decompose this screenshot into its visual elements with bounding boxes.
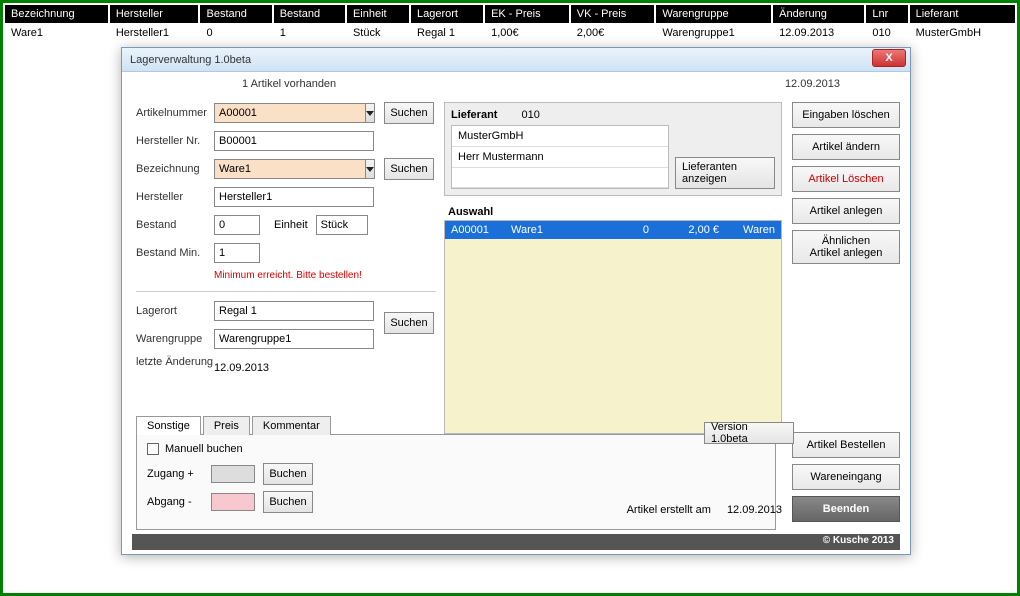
manuell-buchen-checkbox[interactable] <box>147 443 159 455</box>
lieferanten-anzeigen-button[interactable]: Lieferanten anzeigen <box>675 157 775 189</box>
selection-row[interactable]: A00001 Ware1 0 2,00 € Waren <box>445 221 781 239</box>
dialog-title: Lagerverwaltung 1.0beta <box>130 54 872 66</box>
eingaben-loeschen-button[interactable]: Eingaben löschen <box>792 102 900 128</box>
tab-preis[interactable]: Preis <box>203 416 250 435</box>
action-button-column: Eingaben löschen Artikel ändern Artikel … <box>792 102 900 264</box>
manuell-buchen-label: Manuell buchen <box>165 443 243 455</box>
copyright-bar: © Kusche 2013 <box>132 534 900 550</box>
abgang-input[interactable] <box>211 493 255 511</box>
close-icon: X <box>885 52 892 64</box>
article-count: 1 Artikel vorhanden <box>242 78 336 90</box>
close-button[interactable]: X <box>872 49 906 67</box>
background-table: Bezeichnung Hersteller Bestand Bestand E… <box>3 3 1017 43</box>
warengruppe-label: Warengruppe <box>136 333 214 345</box>
bestand-input[interactable] <box>214 215 260 235</box>
artikel-aendern-button[interactable]: Artikel ändern <box>792 134 900 160</box>
bezeichnung-input[interactable] <box>214 159 365 179</box>
zugang-label: Zugang + <box>147 468 203 480</box>
col-lagerort: Lagerort <box>411 5 483 23</box>
suchen-artikelnummer-button[interactable]: Suchen <box>384 102 434 124</box>
erstellt-label: Artikel erstellt am <box>627 504 711 516</box>
chevron-down-icon <box>366 167 374 172</box>
auswahl-title: Auswahl <box>444 206 782 218</box>
abgang-buchen-button[interactable]: Buchen <box>263 491 313 513</box>
warengruppe-input[interactable] <box>214 329 374 349</box>
lieferant-code: 010 <box>521 109 539 121</box>
hersteller-label: Hersteller <box>136 191 214 203</box>
supplier-panel: Lieferant 010 MusterGmbH Herr Mustermann… <box>444 102 782 196</box>
supplier-name-1[interactable]: MusterGmbH <box>452 126 668 147</box>
artikelnummer-dropdown[interactable] <box>365 103 375 123</box>
aehnlichen-artikel-anlegen-button[interactable]: Ähnlichen Artikel anlegen <box>792 230 900 264</box>
dialog-date: 12.09.2013 <box>785 78 840 90</box>
chevron-down-icon <box>366 111 374 116</box>
suchen-bezeichnung-button[interactable]: Suchen <box>384 158 434 180</box>
col-einheit: Einheit <box>347 5 409 23</box>
artikelnummer-input[interactable] <box>214 103 365 123</box>
abgang-label: Abgang - <box>147 496 203 508</box>
bestandmin-label: Bestand Min. <box>136 247 214 259</box>
action-button-column-bottom: Artikel Bestellen Wareneingang Beenden <box>792 432 900 522</box>
col-warengruppe: Warengruppe <box>656 5 771 23</box>
dialog-titlebar[interactable]: Lagerverwaltung 1.0beta X <box>122 48 910 72</box>
artikel-anlegen-button[interactable]: Artikel anlegen <box>792 198 900 224</box>
letzte-aenderung-label: letzte Änderung <box>136 356 214 369</box>
beenden-button[interactable]: Beenden <box>792 496 900 522</box>
tab-sonstige[interactable]: Sonstige <box>136 416 201 435</box>
supplier-name-2[interactable]: Herr Mustermann <box>452 147 668 168</box>
lieferant-title: Lieferant <box>451 109 497 121</box>
col-bezeichnung: Bezeichnung <box>5 5 108 23</box>
selection-list[interactable]: A00001 Ware1 0 2,00 € Waren <box>444 220 782 434</box>
bg-data-row[interactable]: Ware1 Hersteller1 0 1 Stück Regal 1 1,00… <box>5 25 1015 41</box>
artikel-bestellen-button[interactable]: Artikel Bestellen <box>792 432 900 458</box>
herstellernr-label: Hersteller Nr. <box>136 135 214 147</box>
bezeichnung-label: Bezeichnung <box>136 163 214 175</box>
zugang-buchen-button[interactable]: Buchen <box>263 463 313 485</box>
suchen-lagerort-button[interactable]: Suchen <box>384 312 434 334</box>
col-bestand: Bestand <box>200 5 271 23</box>
artikelnummer-label: Artikelnummer <box>136 107 214 119</box>
col-lnr: Lnr <box>866 5 907 23</box>
einheit-input[interactable] <box>316 215 368 235</box>
col-vk: VK - Preis <box>571 5 655 23</box>
col-lieferant: Lieferant <box>910 5 1015 23</box>
hersteller-input[interactable] <box>214 187 374 207</box>
tab-strip: Sonstige Preis Kommentar <box>136 415 776 435</box>
herstellernr-input[interactable] <box>214 131 374 151</box>
lagerort-input[interactable] <box>214 301 374 321</box>
col-ek: EK - Preis <box>485 5 569 23</box>
bg-header-row: Bezeichnung Hersteller Bestand Bestand E… <box>5 5 1015 23</box>
einheit-label: Einheit <box>274 219 308 231</box>
bestand-label: Bestand <box>136 219 214 231</box>
bezeichnung-dropdown[interactable] <box>365 159 375 179</box>
zugang-input[interactable] <box>211 465 255 483</box>
dialog-window: Lagerverwaltung 1.0beta X 1 Artikel vorh… <box>121 47 911 555</box>
wareneingang-button[interactable]: Wareneingang <box>792 464 900 490</box>
bestandmin-input[interactable] <box>214 243 260 263</box>
col-bestand2: Bestand <box>274 5 345 23</box>
tab-kommentar[interactable]: Kommentar <box>252 416 331 435</box>
erstellt-date: 12.09.2013 <box>727 504 782 516</box>
artikel-loeschen-button[interactable]: Artikel Löschen <box>792 166 900 192</box>
col-hersteller: Hersteller <box>110 5 199 23</box>
letzte-aenderung-value: 12.09.2013 <box>214 356 269 374</box>
supplier-empty-row[interactable] <box>452 168 668 188</box>
col-aenderung: Änderung <box>773 5 864 23</box>
lagerort-label: Lagerort <box>136 305 214 317</box>
selection-panel: Auswahl A00001 Ware1 0 2,00 € Waren <box>444 206 782 434</box>
version-button[interactable]: Version 1.0beta <box>704 422 794 444</box>
